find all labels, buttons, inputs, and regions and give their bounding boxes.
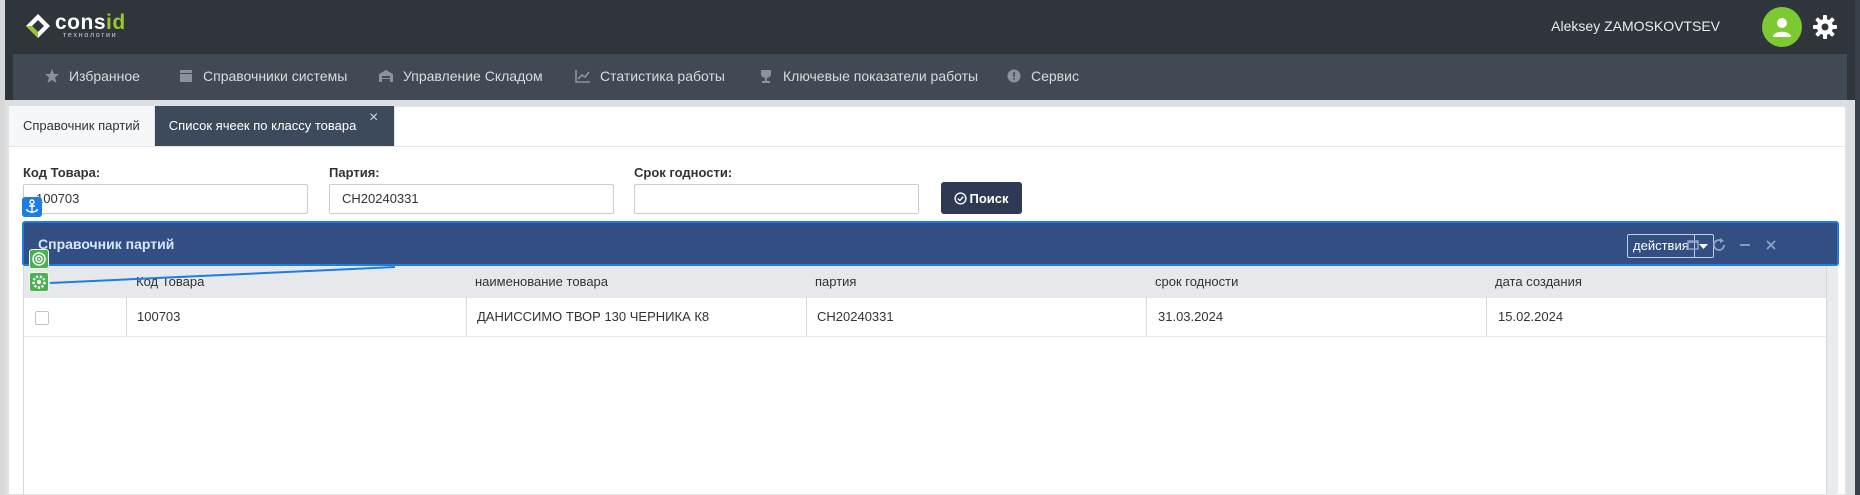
target-gear-icon	[32, 275, 46, 289]
target-settings-badge[interactable]	[29, 272, 49, 292]
overlay-connector	[49, 266, 396, 284]
target-icon	[32, 252, 46, 266]
target-badge[interactable]	[29, 249, 49, 269]
